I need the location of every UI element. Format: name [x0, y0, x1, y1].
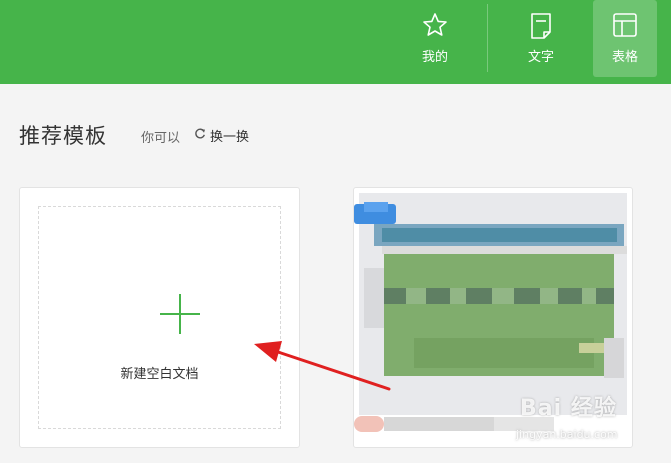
watermark-logo: Bai 经验	[520, 396, 617, 421]
watermark-url: jingyan.baidu.com	[516, 428, 618, 441]
tab-text-label: 文字	[527, 50, 554, 65]
tab-mine[interactable]: 我的	[403, 0, 467, 77]
star-icon	[422, 12, 448, 42]
tab-mine-label: 我的	[421, 50, 448, 65]
tab-text[interactable]: 文字	[509, 0, 573, 77]
top-bar: 我的 文字 表格	[0, 0, 671, 84]
refresh-label: 换一换	[210, 130, 250, 145]
new-blank-doc-label: 新建空白文档	[120, 367, 199, 382]
section-title: 推荐模板	[19, 124, 107, 148]
new-blank-doc-card: 新建空白文档	[19, 187, 300, 448]
refresh-icon	[194, 128, 210, 144]
plus-icon	[160, 294, 200, 338]
refresh-button[interactable]: 换一换	[194, 126, 249, 145]
document-icon	[528, 12, 554, 44]
tab-table-label: 表格	[611, 50, 638, 65]
tab-divider	[487, 4, 488, 72]
section-hint: 你可以	[141, 131, 181, 146]
tab-table[interactable]: 表格	[593, 0, 657, 77]
table-icon	[612, 12, 638, 42]
new-blank-doc-button[interactable]: 新建空白文档	[38, 206, 281, 429]
